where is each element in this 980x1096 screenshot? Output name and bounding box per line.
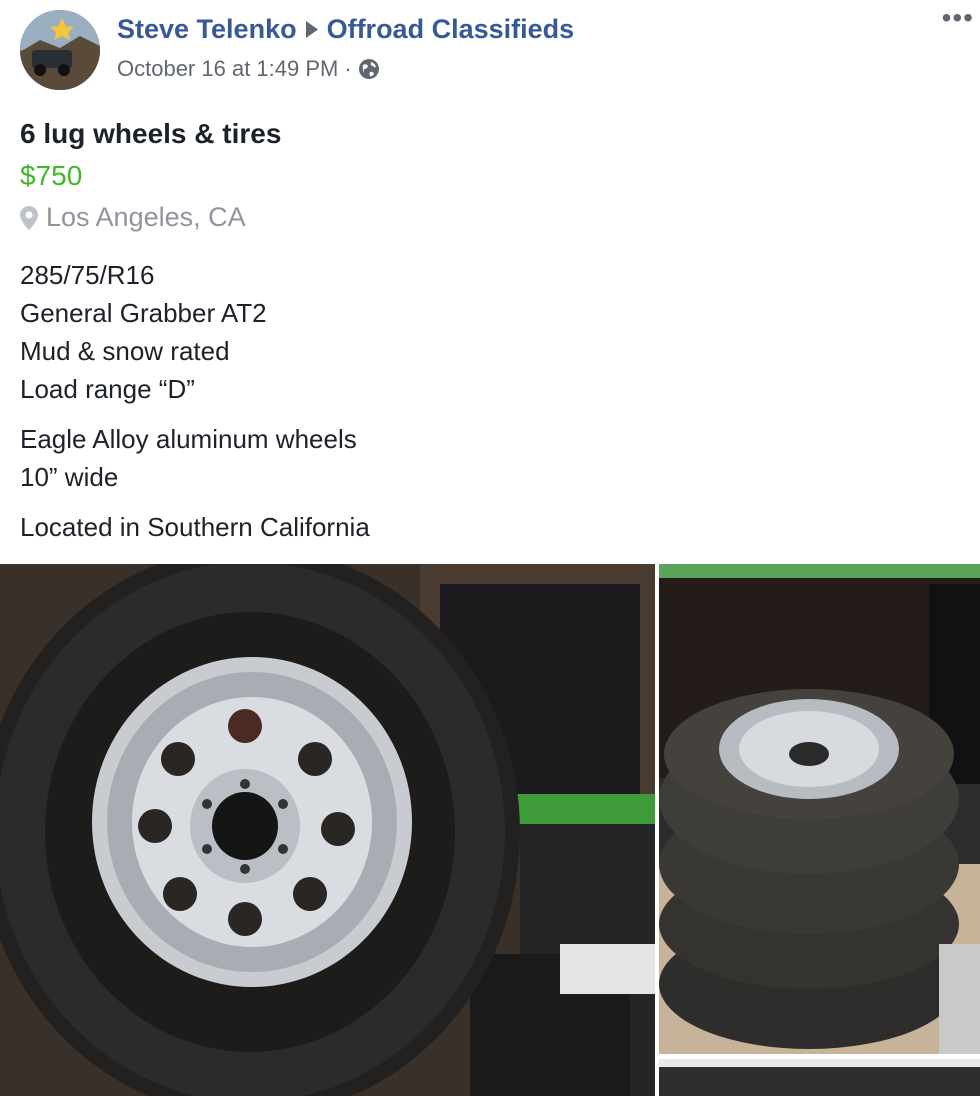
description-block: Located in Southern California (20, 508, 370, 546)
description-block: 285/75/R16 General Grabber AT2 Mud & sno… (20, 256, 370, 408)
listing-price: $750 (20, 160, 83, 191)
description-line: Mud & snow rated (20, 336, 230, 366)
post-meta: October 16 at 1:49 PM · (117, 56, 380, 82)
triangle-right-icon (305, 21, 318, 38)
group-link[interactable]: Offroad Classifieds (327, 14, 575, 45)
location-text: Los Angeles, CA (46, 202, 246, 232)
listing-photo-2[interactable] (659, 564, 980, 1054)
timestamp-link[interactable]: October 16 at 1:49 PM (117, 56, 338, 82)
avatar[interactable] (20, 10, 100, 90)
listing-description: 285/75/R16 General Grabber AT2 Mud & sno… (20, 256, 370, 558)
description-line: 10” wide (20, 462, 119, 492)
description-block: Eagle Alloy aluminum wheels 10” wide (20, 420, 370, 496)
map-pin-icon (20, 205, 38, 230)
description-line: Located in Southern California (20, 512, 370, 542)
description-line: 285/75/R16 (20, 260, 155, 290)
author-link[interactable]: Steve Telenko (117, 14, 297, 45)
post-header: Steve Telenko Offroad Classifieds (117, 14, 574, 45)
listing-photo-main[interactable] (0, 564, 655, 1096)
listing-title: 6 lug wheels & tires (20, 118, 282, 149)
description-line: Load range “D” (20, 374, 195, 404)
separator: · (344, 56, 352, 81)
description-line: Eagle Alloy aluminum wheels (20, 424, 357, 454)
more-options-icon[interactable]: ••• (942, 4, 974, 32)
listing-location: Los Angeles, CA (20, 202, 246, 233)
listing-photo-3[interactable] (659, 1059, 980, 1096)
description-line: General Grabber AT2 (20, 298, 267, 328)
globe-icon[interactable] (358, 58, 380, 80)
